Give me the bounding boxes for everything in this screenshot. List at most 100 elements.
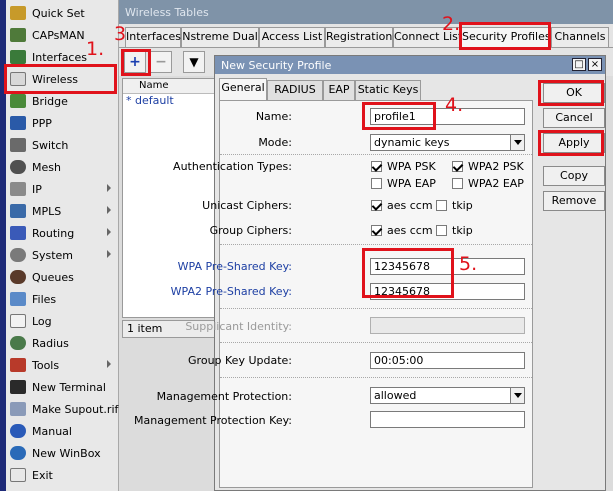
management-protection-key-input[interactable]	[370, 411, 525, 428]
group-aes-ccm-checkbox[interactable]	[371, 225, 382, 236]
sidebar-item-ppp[interactable]: PPP	[6, 112, 119, 134]
name-label: Name:	[255, 110, 292, 123]
management-protection-select[interactable]: allowed	[370, 387, 525, 404]
sidebar-item-routing[interactable]: Routing	[6, 222, 119, 244]
chevron-down-icon[interactable]	[510, 135, 524, 150]
wpa2-eap-checkbox[interactable]	[452, 178, 463, 189]
sidebar-item-label: PPP	[32, 116, 52, 130]
dialog-title-text: New Security Profile	[221, 59, 332, 72]
group-aes-ccm-label: aes ccm	[387, 224, 433, 237]
manual-icon	[10, 424, 26, 438]
divider	[220, 154, 532, 155]
tab-access-list[interactable]: Access List	[259, 27, 325, 47]
files-icon	[10, 292, 26, 306]
tab-eap[interactable]: EAP	[323, 80, 355, 100]
sidebar-item-switch[interactable]: Switch	[6, 134, 119, 156]
interfaces-icon	[10, 50, 26, 64]
mode-select[interactable]: dynamic keys	[370, 134, 525, 151]
sidebar-item-make-supout[interactable]: Make Supout.rif	[6, 398, 119, 420]
tab-channels[interactable]: Channels	[551, 27, 609, 47]
highlight-name	[362, 102, 436, 130]
wpa-psk-checkbox[interactable]	[371, 161, 382, 172]
copy-button[interactable]: Copy	[543, 166, 605, 186]
sidebar-item-label: Manual	[32, 424, 72, 438]
sidebar-item-tools[interactable]: Tools	[6, 354, 119, 376]
unicast-aes-ccm-checkbox[interactable]	[371, 200, 382, 211]
sidebar-item-log[interactable]: Log	[6, 310, 119, 332]
sidebar-item-label: Switch	[32, 138, 69, 152]
sidebar-item-label: Log	[32, 314, 52, 328]
sidebar-item-label: Make Supout.rif	[32, 402, 119, 416]
tab-interfaces[interactable]: Interfaces	[125, 27, 181, 47]
tab-registration[interactable]: Registration	[325, 27, 393, 47]
sidebar-item-radius[interactable]: Radius	[6, 332, 119, 354]
unicast-ciphers-label: Unicast Ciphers:	[202, 199, 292, 212]
filter-icon: ▼	[189, 55, 199, 69]
tab-nstreme-dual[interactable]: Nstreme Dual	[181, 27, 259, 47]
sidebar-item-label: Files	[32, 292, 57, 306]
sidebar-item-manual[interactable]: Manual	[6, 420, 119, 442]
terminal-icon	[10, 380, 26, 394]
sidebar-item-label: IP	[32, 182, 42, 196]
ppp-icon	[10, 116, 26, 130]
log-icon	[10, 314, 26, 328]
divider	[220, 308, 532, 309]
tab-static-keys[interactable]: Static Keys	[355, 80, 421, 100]
highlight-security-profiles	[459, 22, 551, 50]
group-tkip-checkbox[interactable]	[436, 225, 447, 236]
switch-icon	[10, 138, 26, 152]
dialog-title: New Security Profile	[215, 56, 605, 74]
sidebar-item-label: Quick Set	[32, 6, 85, 20]
row-name: default	[135, 94, 174, 107]
sidebar-item-label: Bridge	[32, 94, 68, 108]
sidebar-item-files[interactable]: Files	[6, 288, 119, 310]
management-protection-value: allowed	[374, 389, 417, 402]
highlight-ok	[538, 80, 604, 106]
tab-general[interactable]: General	[219, 78, 267, 101]
row-marker: *	[126, 94, 132, 107]
auth-types-label: Authentication Types:	[173, 160, 292, 173]
sidebar-item-label: Queues	[32, 270, 74, 284]
supplicant-identity-input[interactable]	[370, 317, 525, 334]
remove-button[interactable]: Remove	[543, 191, 605, 211]
sidebar-item-label: Mesh	[32, 160, 61, 174]
wpa2-psk-checkbox[interactable]	[452, 161, 463, 172]
system-icon	[10, 248, 26, 262]
wpa-eap-checkbox[interactable]	[371, 178, 382, 189]
sidebar-item-mpls[interactable]: MPLS	[6, 200, 119, 222]
close-button[interactable]: ×	[588, 58, 602, 71]
filter-button[interactable]: ▼	[183, 51, 205, 73]
sidebar-item-ip[interactable]: IP	[6, 178, 119, 200]
sidebar-item-exit[interactable]: Exit	[6, 464, 119, 486]
highlight-wireless	[4, 64, 117, 94]
unicast-tkip-checkbox[interactable]	[436, 200, 447, 211]
sidebar-item-new-winbox[interactable]: New WinBox	[6, 442, 119, 464]
sidebar-item-label: Routing	[32, 226, 75, 240]
group-key-update-input[interactable]: 00:05:00	[370, 352, 525, 369]
remove-button[interactable]: −	[150, 51, 172, 73]
exit-icon	[10, 468, 26, 482]
annotation-step-3: 3	[114, 23, 127, 45]
sidebar-item-queues[interactable]: Queues	[6, 266, 119, 288]
group-tkip-label: tkip	[452, 224, 473, 237]
annotation-step-5: 5.	[459, 253, 478, 275]
wpa2-eap-label: WPA2 EAP	[468, 177, 524, 190]
sidebar-item-label: CAPsMAN	[32, 28, 85, 42]
sidebar-item-mesh[interactable]: Mesh	[6, 156, 119, 178]
sidebar-item-label: Exit	[32, 468, 53, 482]
divider	[220, 342, 532, 343]
tab-radius[interactable]: RADIUS	[267, 80, 323, 100]
chevron-down-icon[interactable]	[510, 388, 524, 403]
winbox-icon	[10, 446, 26, 460]
sidebar-item-quick-set[interactable]: Quick Set	[6, 2, 119, 24]
wpa-psk-label: WPA PSK	[387, 160, 436, 173]
highlight-add-button	[121, 49, 151, 76]
sidebar-item-new-terminal[interactable]: New Terminal	[6, 376, 119, 398]
maximize-button[interactable]: □	[572, 58, 586, 71]
routing-icon	[10, 226, 26, 240]
wpa2-psk-key-label: WPA2 Pre-Shared Key:	[170, 285, 292, 298]
mesh-icon	[10, 160, 26, 174]
sidebar-item-label: Tools	[32, 358, 60, 372]
cancel-button[interactable]: Cancel	[543, 108, 605, 128]
sidebar-item-system[interactable]: System	[6, 244, 119, 266]
